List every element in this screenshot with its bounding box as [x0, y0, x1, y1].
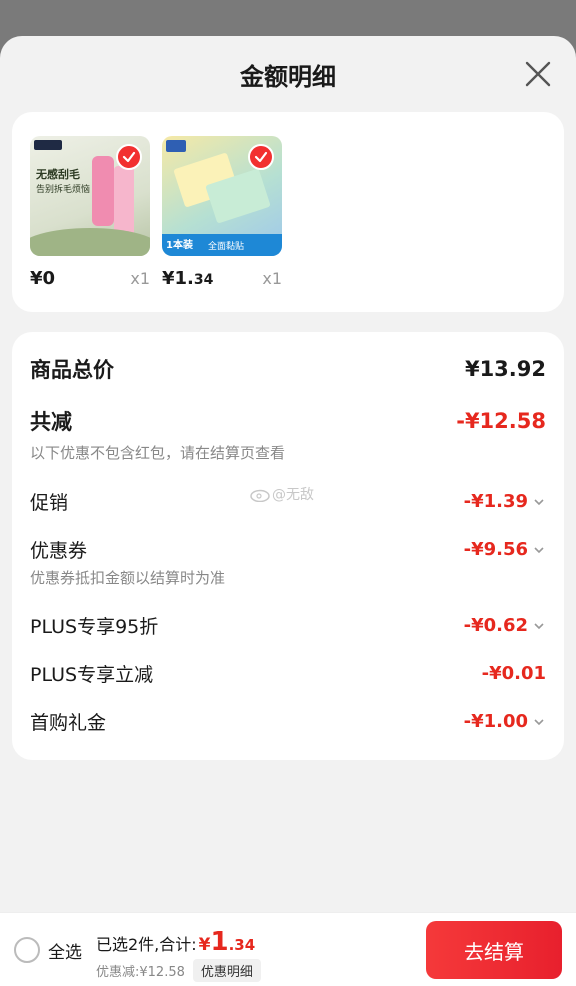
- price-row: ¥0 x1: [30, 268, 150, 289]
- order-summary: 已选2件,合计: ¥ 1 .34 优惠减:¥12.58 优惠明细: [96, 927, 261, 982]
- total-price-row: 商品总价 ¥13.92: [30, 354, 546, 384]
- product-price: ¥0: [30, 268, 56, 289]
- checkout-bar: 全选 已选2件,合计: ¥ 1 .34 优惠减:¥12.58 优惠明细 去结算: [0, 912, 576, 986]
- product-thumbnail[interactable]: 无感刮毛 告别拆毛烦恼: [30, 136, 150, 256]
- watermark: @无敌: [250, 484, 314, 504]
- watermark-text: @无敌: [272, 487, 314, 503]
- product-qty: x1: [130, 269, 150, 288]
- total-reduce-row: 共减 -¥12.58 以下优惠不包含红包，请在结算页查看: [30, 406, 546, 463]
- select-all-radio[interactable]: [14, 937, 40, 963]
- total-amount-int: 1: [210, 927, 229, 957]
- selected-check-icon[interactable]: [116, 144, 142, 170]
- discount-value: -¥9.56: [464, 539, 546, 560]
- chevron-down-icon[interactable]: [532, 619, 546, 633]
- price-details-card: 商品总价 ¥13.92 共减 -¥12.58 以下优惠不包含红包，请在结算页查看…: [12, 332, 564, 760]
- close-icon[interactable]: [524, 60, 552, 88]
- discount-label: PLUS专享95折: [30, 616, 159, 638]
- price-row: ¥1.34 x1: [162, 268, 282, 289]
- total-price-value: ¥13.92: [464, 357, 546, 381]
- brand-logo: [34, 140, 62, 150]
- products-card: 无感刮毛 告别拆毛烦恼 ¥0 x1 1本装 全面黏贴 ¥1.34 x1: [12, 112, 564, 312]
- discount-row-first-purchase[interactable]: 首购礼金 -¥1.00: [30, 708, 546, 735]
- discount-value: -¥1.00: [464, 711, 546, 732]
- total-amount-dec: .34: [228, 936, 256, 954]
- discount-row-plus95[interactable]: PLUS专享95折 -¥0.62: [30, 612, 546, 639]
- product-thumb-text: 全面黏贴: [208, 242, 245, 252]
- product-thumb-text: 1本装: [166, 240, 193, 251]
- discount-label: 首购礼金: [30, 712, 107, 734]
- discount-detail-button[interactable]: 优惠明细: [192, 959, 261, 982]
- chevron-down-icon[interactable]: [532, 495, 546, 509]
- product-price: ¥1.34: [162, 268, 214, 289]
- discount-value: -¥1.39: [464, 491, 546, 512]
- product-qty: x1: [262, 269, 282, 288]
- total-price-label: 商品总价: [30, 358, 114, 382]
- coupon-note: 优惠券抵扣金额以结算时为准: [30, 569, 226, 587]
- discount-label: 优惠券: [30, 540, 88, 562]
- chevron-down-icon[interactable]: [532, 715, 546, 729]
- total-reduce-value: -¥12.58: [456, 409, 546, 433]
- product-thumb-text: 无感刮毛: [36, 168, 80, 181]
- sheet-header: 金额明细: [0, 36, 576, 112]
- discount-label: PLUS专享立减: [30, 664, 154, 686]
- discount-label: 促销: [30, 492, 69, 514]
- selected-count-text: 已选2件,合计:: [96, 935, 197, 954]
- summary-line: 已选2件,合计: ¥ 1 .34: [96, 927, 261, 957]
- product-thumb-text: 告别拆毛烦恼: [36, 185, 91, 195]
- amount-detail-sheet: 金额明细 无感刮毛 告别拆毛烦恼 ¥0 x1 1本装 全面黏贴 ¥1.34 x1…: [0, 36, 576, 986]
- product-thumbnail[interactable]: 1本装 全面黏贴: [162, 136, 282, 256]
- summary-sub: 优惠减:¥12.58 优惠明细: [96, 959, 261, 982]
- sheet-title: 金额明细: [240, 62, 336, 91]
- selected-check-icon[interactable]: [248, 144, 274, 170]
- brand-logo: [166, 140, 186, 152]
- reduce-note: 以下优惠不包含红包，请在结算页查看: [30, 444, 286, 462]
- select-all-label: 全选: [48, 942, 82, 963]
- weibo-icon: [250, 489, 270, 502]
- discount-row-plus-instant: PLUS专享立减 -¥0.01: [30, 660, 546, 687]
- discount-value: -¥0.62: [464, 615, 546, 636]
- discount-row-coupon[interactable]: 优惠券 -¥9.56 优惠券抵扣金额以结算时为准: [30, 536, 546, 588]
- chevron-down-icon[interactable]: [532, 543, 546, 557]
- product-item[interactable]: 无感刮毛 告别拆毛烦恼 ¥0 x1: [30, 136, 150, 289]
- razor-image: [92, 156, 114, 226]
- decor-shape: [30, 228, 150, 256]
- product-item[interactable]: 1本装 全面黏贴 ¥1.34 x1: [162, 136, 282, 289]
- discount-value: -¥0.01: [481, 663, 546, 684]
- total-reduce-label: 共减: [30, 410, 72, 434]
- checkout-button[interactable]: 去结算: [426, 921, 562, 979]
- select-all-toggle[interactable]: 全选: [14, 937, 82, 963]
- discount-summary: 优惠减:¥12.58: [96, 965, 185, 980]
- total-currency: ¥: [198, 935, 211, 955]
